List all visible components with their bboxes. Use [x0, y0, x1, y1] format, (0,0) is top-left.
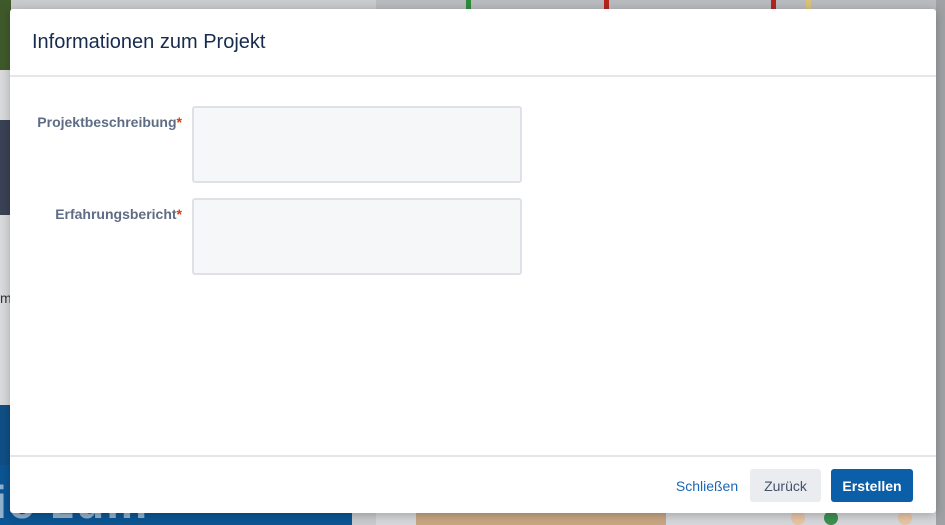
create-button[interactable]: Erstellen	[831, 469, 913, 502]
background-avatar	[824, 511, 838, 525]
experience-report-field[interactable]	[192, 198, 522, 275]
background-bar	[416, 513, 666, 525]
background-avatar	[898, 511, 912, 525]
experience-report-label-text: Erfahrungsbericht	[55, 206, 177, 222]
project-description-label: Projektbeschreibung*	[32, 111, 182, 133]
dialog-title: Informationen zum Projekt	[32, 31, 266, 53]
project-info-dialog: Informationen zum Projekt Projektbeschre…	[10, 9, 936, 513]
dialog-footer: Schließen Zurück Erstellen	[10, 455, 936, 513]
required-asterisk: *	[176, 114, 182, 130]
project-description-label-text: Projektbeschreibung	[37, 114, 177, 130]
required-asterisk: *	[176, 206, 182, 222]
back-button[interactable]: Zurück	[750, 469, 821, 502]
experience-report-label: Erfahrungsbericht*	[32, 203, 182, 225]
background-avatar	[791, 511, 805, 525]
close-button[interactable]: Schließen	[667, 469, 747, 502]
background-scroll-edge	[936, 0, 945, 525]
project-description-field[interactable]	[192, 106, 522, 183]
dialog-header: Informationen zum Projekt	[10, 9, 936, 77]
